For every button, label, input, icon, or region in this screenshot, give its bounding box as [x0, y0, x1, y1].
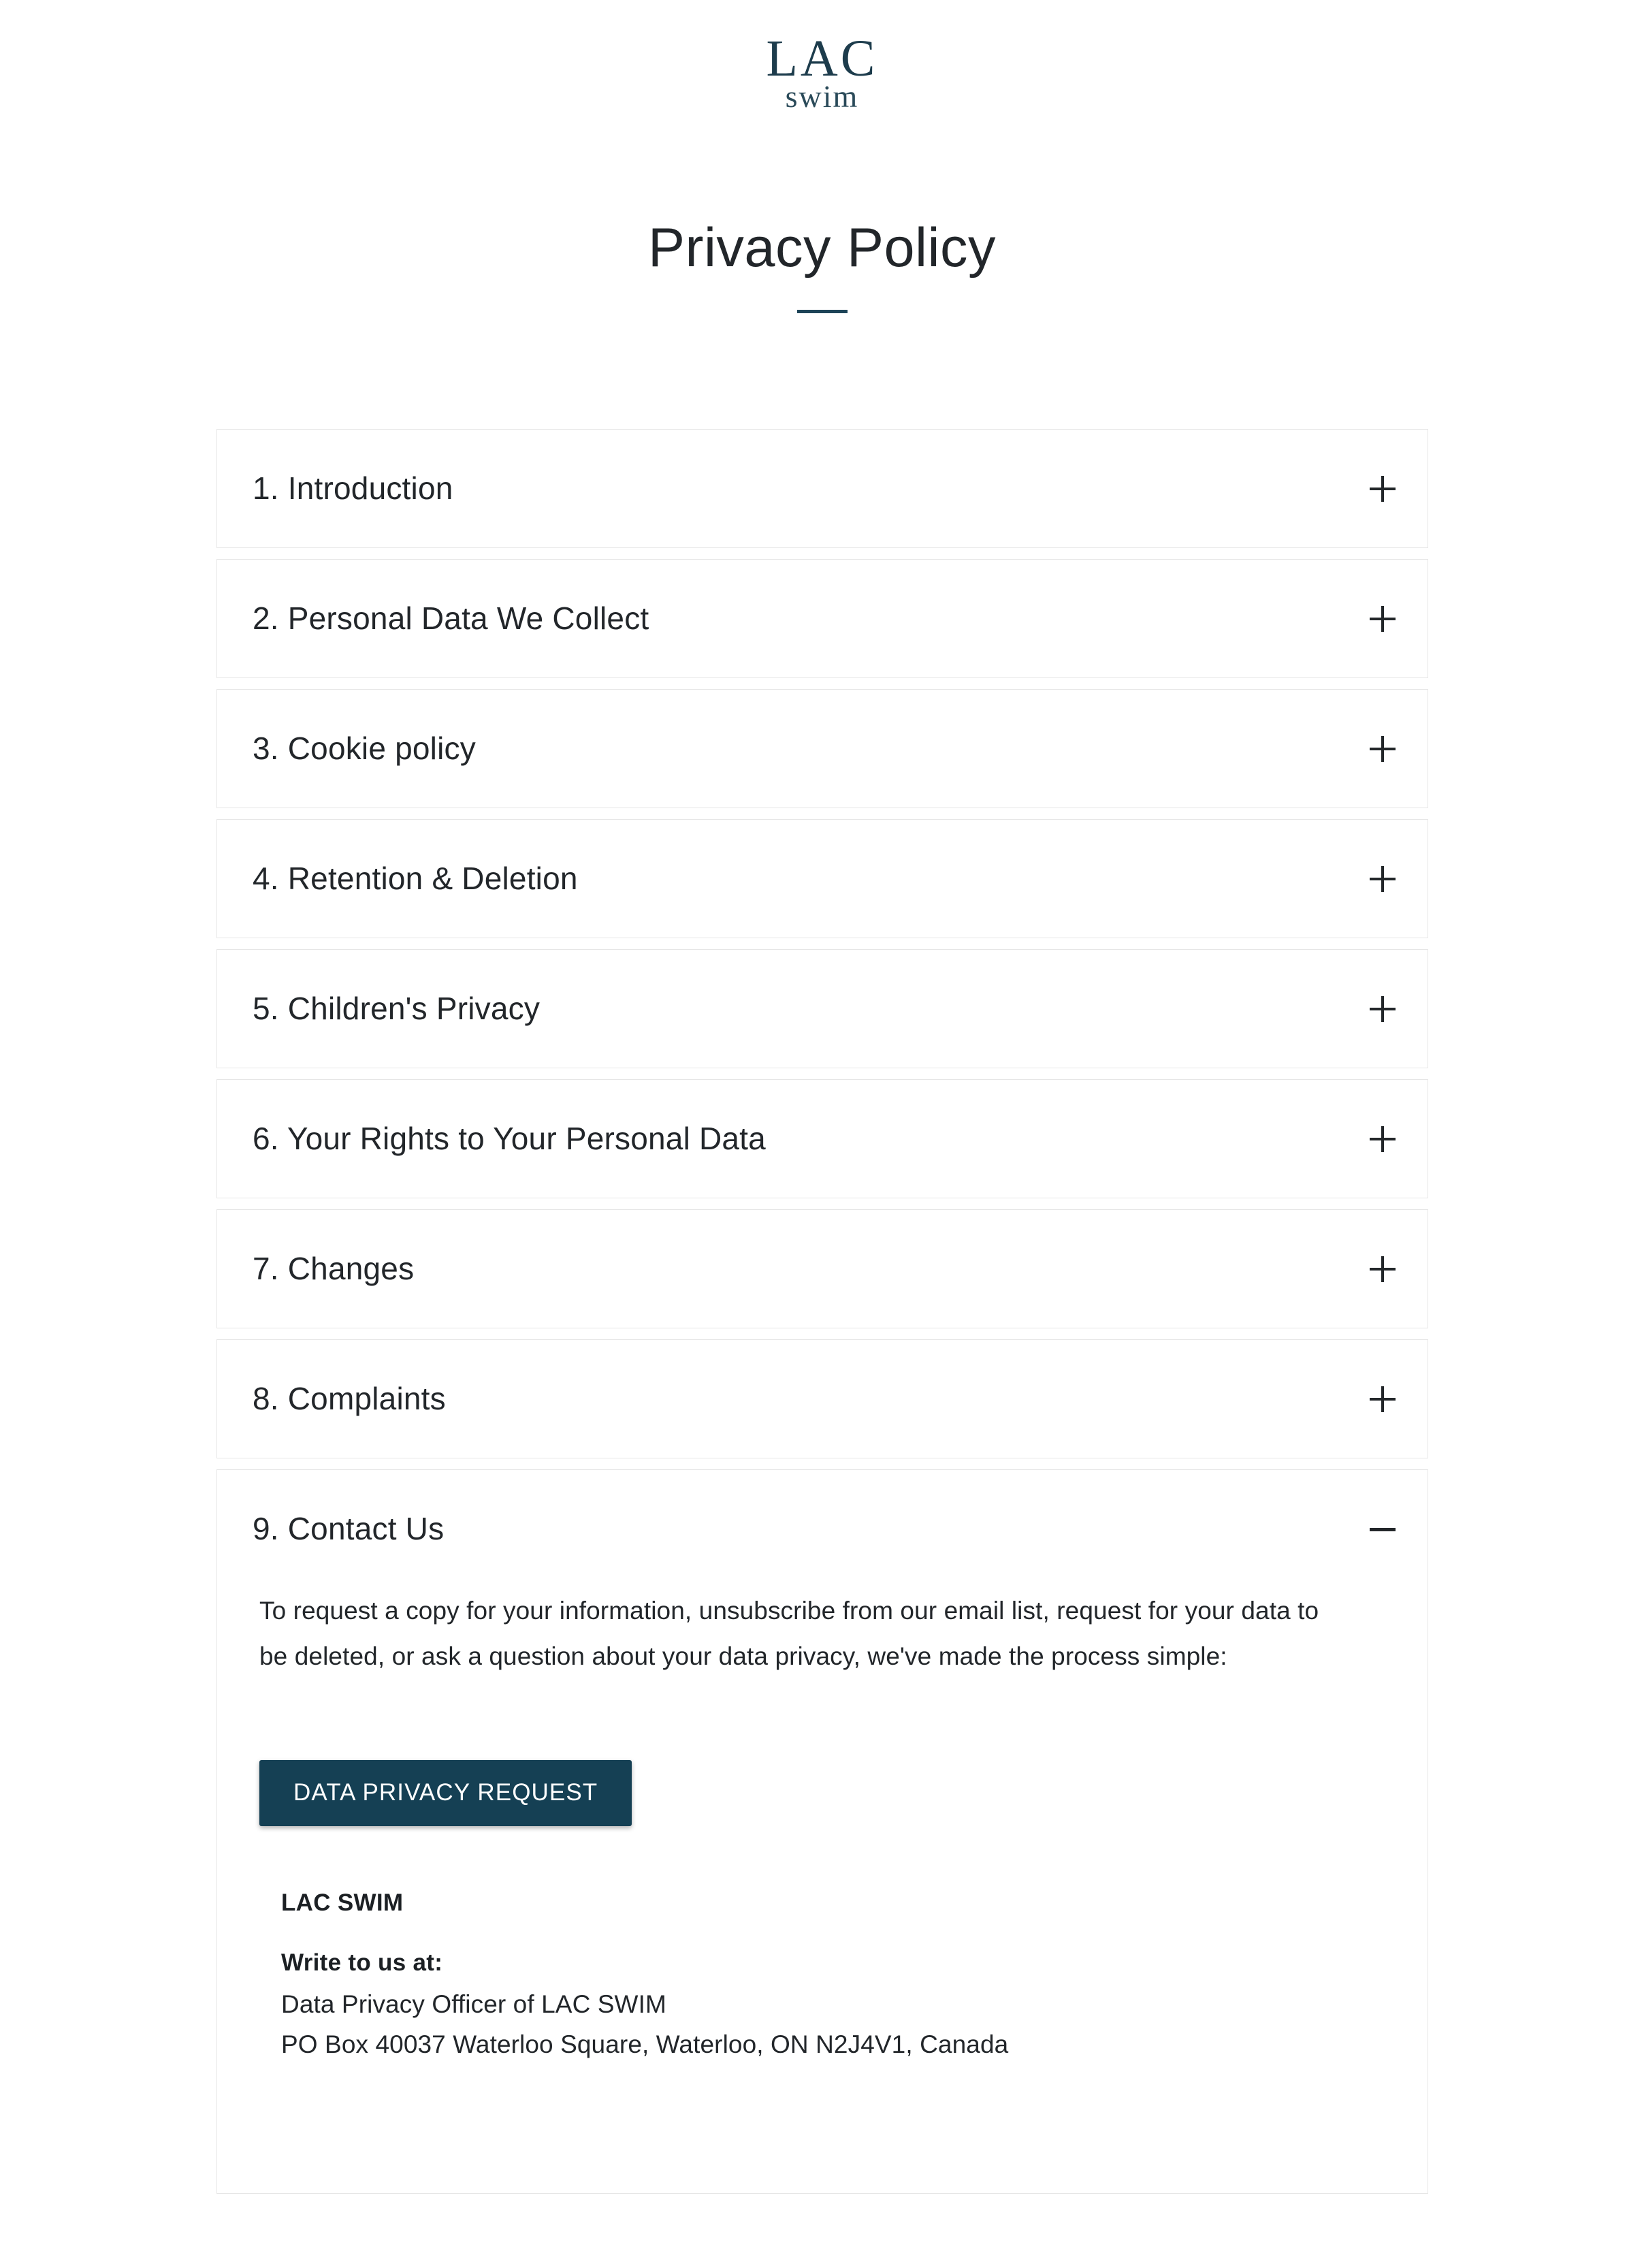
accordion-header-cookie-policy[interactable]: 3. Cookie policy	[217, 690, 1428, 808]
accordion-item-contact-us: 9. Contact Us To request a copy for your…	[216, 1469, 1428, 2194]
accordion-item-introduction: 1. Introduction	[216, 429, 1428, 548]
page-title-block: Privacy Policy	[0, 217, 1644, 314]
company-name: LAC SWIM	[281, 1889, 404, 1916]
accordion-header-contact-us[interactable]: 9. Contact Us	[217, 1470, 1428, 1588]
accordion-header-introduction[interactable]: 1. Introduction	[217, 430, 1428, 547]
plus-icon[interactable]	[1369, 1125, 1396, 1153]
accordion-item-changes: 7. Changes	[216, 1209, 1428, 1328]
plus-icon[interactable]	[1369, 1386, 1396, 1413]
accordion-header-retention-and-deletion[interactable]: 4. Retention & Deletion	[217, 820, 1428, 938]
plus-icon[interactable]	[1369, 995, 1396, 1023]
accordion-item-complaints: 8. Complaints	[216, 1339, 1428, 1458]
accordion-header-complaints[interactable]: 8. Complaints	[217, 1340, 1428, 1458]
accordion-header-changes[interactable]: 7. Changes	[217, 1210, 1428, 1328]
title-divider	[796, 310, 848, 314]
accordion-label: 7. Changes	[253, 1250, 415, 1286]
accordion-label: 5. Children's Privacy	[253, 990, 541, 1026]
data-privacy-request-button[interactable]: DATA PRIVACY REQUEST	[259, 1759, 632, 1826]
plus-icon[interactable]	[1369, 605, 1396, 633]
accordion-label: 1. Introduction	[253, 470, 453, 506]
accordion-label: 3. Cookie policy	[253, 730, 476, 766]
plus-icon[interactable]	[1369, 1256, 1396, 1283]
contact-details: LAC SWIM Write to us at: Data Privacy Of…	[259, 1889, 1392, 2064]
accordion-label: 9. Contact Us	[253, 1510, 445, 1546]
accordion-item-personal-data-we-collect: 2. Personal Data We Collect	[216, 559, 1428, 678]
page-title: Privacy Policy	[647, 217, 997, 278]
plus-icon[interactable]	[1369, 475, 1396, 502]
privacy-policy-page: LAC swim Privacy Policy 1. Introduction …	[0, 0, 1644, 2268]
privacy-accordion: 1. Introduction 2. Personal Data We Coll…	[216, 429, 1428, 2194]
accordion-label: 6. Your Rights to Your Personal Data	[253, 1120, 766, 1156]
accordion-header-childrens-privacy[interactable]: 5. Children's Privacy	[217, 950, 1428, 1068]
plus-icon[interactable]	[1369, 865, 1396, 893]
address-line-2: PO Box 40037 Waterloo Square, Waterloo, …	[281, 2030, 1009, 2059]
address-line-1: Data Privacy Officer of LAC SWIM	[281, 1990, 666, 2018]
contact-us-panel: To request a copy for your information, …	[217, 1588, 1428, 2193]
accordion-label: 2. Personal Data We Collect	[253, 600, 649, 636]
contact-intro-text: To request a copy for your information, …	[259, 1597, 1319, 1671]
site-logo[interactable]: LAC swim	[0, 30, 1644, 114]
logo-subtext: swim	[785, 78, 859, 114]
logo-wordmark: LAC	[766, 30, 878, 87]
accordion-item-cookie-policy: 3. Cookie policy	[216, 689, 1428, 808]
accordion-label: 8. Complaints	[253, 1380, 446, 1416]
accordion-header-personal-data-we-collect[interactable]: 2. Personal Data We Collect	[217, 560, 1428, 677]
accordion-header-your-rights-to-your-personal-data[interactable]: 6. Your Rights to Your Personal Data	[217, 1080, 1428, 1198]
accordion-item-your-rights-to-your-personal-data: 6. Your Rights to Your Personal Data	[216, 1079, 1428, 1198]
accordion-label: 4. Retention & Deletion	[253, 860, 578, 896]
write-to-us-label: Write to us at:	[281, 1949, 443, 1976]
accordion-item-retention-and-deletion: 4. Retention & Deletion	[216, 819, 1428, 938]
accordion-item-childrens-privacy: 5. Children's Privacy	[216, 949, 1428, 1068]
plus-icon[interactable]	[1369, 735, 1396, 763]
minus-icon[interactable]	[1369, 1516, 1396, 1543]
